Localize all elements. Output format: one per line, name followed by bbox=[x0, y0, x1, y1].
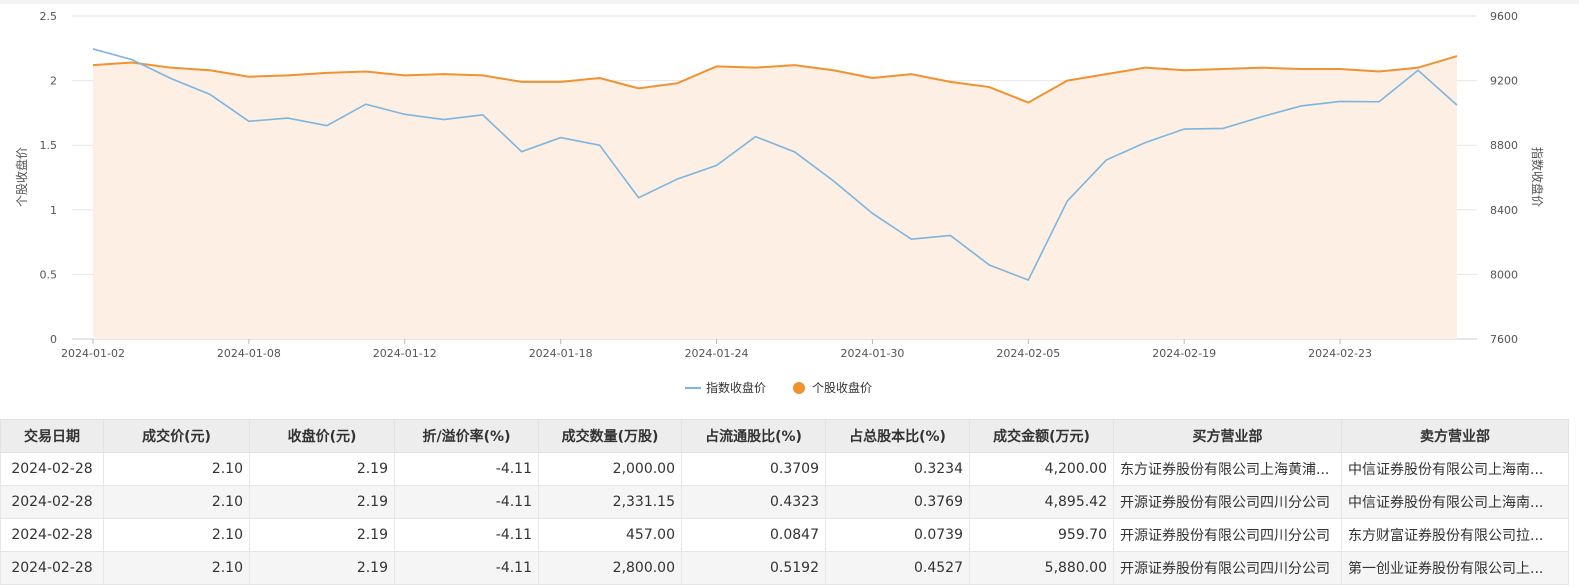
header-premium-rate: 折/溢价率(%) bbox=[394, 419, 539, 453]
right-axis-title: 指数收盘价 bbox=[1530, 147, 1545, 207]
cell-buyer: 东方证券股份有限公司上海黄浦... bbox=[1113, 452, 1342, 486]
cell-amount: 4,895.42 bbox=[969, 485, 1114, 519]
header-float-ratio: 占流通股比(%) bbox=[681, 419, 826, 453]
x-tick-label: 2024-01-08 bbox=[217, 347, 281, 360]
cell-buyer: 开源证券股份有限公司四川分公司 bbox=[1113, 518, 1342, 552]
cell-premium-rate: -4.11 bbox=[394, 518, 539, 552]
x-tick-label: 2024-01-12 bbox=[373, 347, 437, 360]
table-row: 2024-02-28 2.10 2.19 -4.11 2,000.00 0.37… bbox=[0, 452, 1569, 486]
x-tick-label: 2024-02-19 bbox=[1152, 347, 1216, 360]
cell-float-ratio: 0.5192 bbox=[681, 551, 826, 585]
x-tick-label: 2024-01-24 bbox=[685, 347, 749, 360]
left-tick-label: 2 bbox=[50, 75, 57, 88]
x-tick-label: 2024-01-18 bbox=[529, 347, 593, 360]
cell-trade-price: 2.10 bbox=[103, 485, 250, 519]
left-tick-label: 0 bbox=[50, 333, 57, 346]
x-tick-label: 2024-02-23 bbox=[1308, 347, 1372, 360]
cell-float-ratio: 0.4323 bbox=[681, 485, 826, 519]
header-volume: 成交数量(万股) bbox=[538, 419, 682, 453]
right-tick-label: 7600 bbox=[1490, 333, 1518, 346]
x-tick-label: 2024-02-05 bbox=[996, 347, 1060, 360]
cell-premium-rate: -4.11 bbox=[394, 551, 539, 585]
cell-seller: 第一创业证券股份有限公司上... bbox=[1341, 551, 1569, 585]
cell-premium-rate: -4.11 bbox=[394, 452, 539, 486]
cell-date: 2024-02-28 bbox=[0, 551, 104, 585]
cell-float-ratio: 0.3709 bbox=[681, 452, 826, 486]
table-row: 2024-02-28 2.10 2.19 -4.11 2,331.15 0.43… bbox=[0, 485, 1569, 519]
cell-close-price: 2.19 bbox=[249, 485, 395, 519]
cell-close-price: 2.19 bbox=[249, 452, 395, 486]
table-header-row: 交易日期 成交价(元) 收盘价(元) 折/溢价率(%) 成交数量(万股) 占流通… bbox=[0, 419, 1569, 453]
cell-amount: 959.70 bbox=[969, 518, 1114, 552]
legend-stock-swatch[interactable] bbox=[793, 382, 805, 394]
table-row: 2024-02-28 2.10 2.19 -4.11 2,800.00 0.51… bbox=[0, 551, 1569, 585]
cell-amount: 5,880.00 bbox=[969, 551, 1114, 585]
cell-date: 2024-02-28 bbox=[0, 518, 104, 552]
cell-seller: 东方财富证券股份有限公司拉... bbox=[1341, 518, 1569, 552]
cell-total-ratio: 0.0739 bbox=[825, 518, 970, 552]
price-chart: 0 7600 0.5 8000 1 8400 1.5 8800 2 9200 2.5 9600 2024… bbox=[14, 10, 1545, 395]
cell-close-price: 2.19 bbox=[249, 551, 395, 585]
cell-seller: 中信证券股份有限公司上海南... bbox=[1341, 485, 1569, 519]
chart-legend[interactable]: 指数收盘价 个股收盘价 bbox=[685, 380, 872, 395]
header-close-price: 收盘价(元) bbox=[249, 419, 395, 453]
left-tick-label: 2.5 bbox=[40, 10, 58, 23]
header-total-ratio: 占总股本比(%) bbox=[825, 419, 970, 453]
table-row: 2024-02-28 2.10 2.19 -4.11 457.00 0.0847… bbox=[0, 518, 1569, 552]
header-trade-price: 成交价(元) bbox=[103, 419, 250, 453]
left-axis-title: 个股收盘价 bbox=[14, 147, 29, 207]
legend-index-label[interactable]: 指数收盘价 bbox=[706, 380, 766, 395]
cell-total-ratio: 0.3769 bbox=[825, 485, 970, 519]
right-tick-label: 9200 bbox=[1490, 75, 1518, 88]
block-trade-table: 交易日期 成交价(元) 收盘价(元) 折/溢价率(%) 成交数量(万股) 占流通… bbox=[0, 419, 1569, 585]
cell-volume: 2,800.00 bbox=[538, 551, 682, 585]
header-buyer: 买方营业部 bbox=[1113, 419, 1342, 453]
cell-total-ratio: 0.4527 bbox=[825, 551, 970, 585]
cell-date: 2024-02-28 bbox=[0, 452, 104, 486]
cell-volume: 457.00 bbox=[538, 518, 682, 552]
header-trade-date: 交易日期 bbox=[0, 419, 104, 453]
cell-date: 2024-02-28 bbox=[0, 485, 104, 519]
cell-trade-price: 2.10 bbox=[103, 452, 250, 486]
cell-buyer: 开源证券股份有限公司四川分公司 bbox=[1113, 485, 1342, 519]
right-tick-label: 9600 bbox=[1490, 10, 1518, 23]
stock-price-area bbox=[93, 56, 1457, 339]
cell-trade-price: 2.10 bbox=[103, 551, 250, 585]
cell-premium-rate: -4.11 bbox=[394, 485, 539, 519]
cell-close-price: 2.19 bbox=[249, 518, 395, 552]
cell-volume: 2,331.15 bbox=[538, 485, 682, 519]
x-tick-label: 2024-01-02 bbox=[61, 347, 125, 360]
cell-buyer: 开源证券股份有限公司四川分公司 bbox=[1113, 551, 1342, 585]
cell-trade-price: 2.10 bbox=[103, 518, 250, 552]
right-tick-label: 8000 bbox=[1490, 268, 1518, 281]
header-amount: 成交金额(万元) bbox=[969, 419, 1114, 453]
cell-float-ratio: 0.0847 bbox=[681, 518, 826, 552]
cell-total-ratio: 0.3234 bbox=[825, 452, 970, 486]
left-tick-label: 1 bbox=[50, 204, 57, 217]
left-tick-label: 0.5 bbox=[40, 268, 58, 281]
right-tick-label: 8800 bbox=[1490, 139, 1518, 152]
header-seller: 卖方营业部 bbox=[1341, 419, 1569, 453]
left-tick-label: 1.5 bbox=[40, 139, 58, 152]
cell-amount: 4,200.00 bbox=[969, 452, 1114, 486]
x-tick-label: 2024-01-30 bbox=[840, 347, 904, 360]
legend-stock-label[interactable]: 个股收盘价 bbox=[812, 380, 872, 395]
cell-seller: 中信证券股份有限公司上海南... bbox=[1341, 452, 1569, 486]
right-tick-label: 8400 bbox=[1490, 204, 1518, 217]
cell-volume: 2,000.00 bbox=[538, 452, 682, 486]
